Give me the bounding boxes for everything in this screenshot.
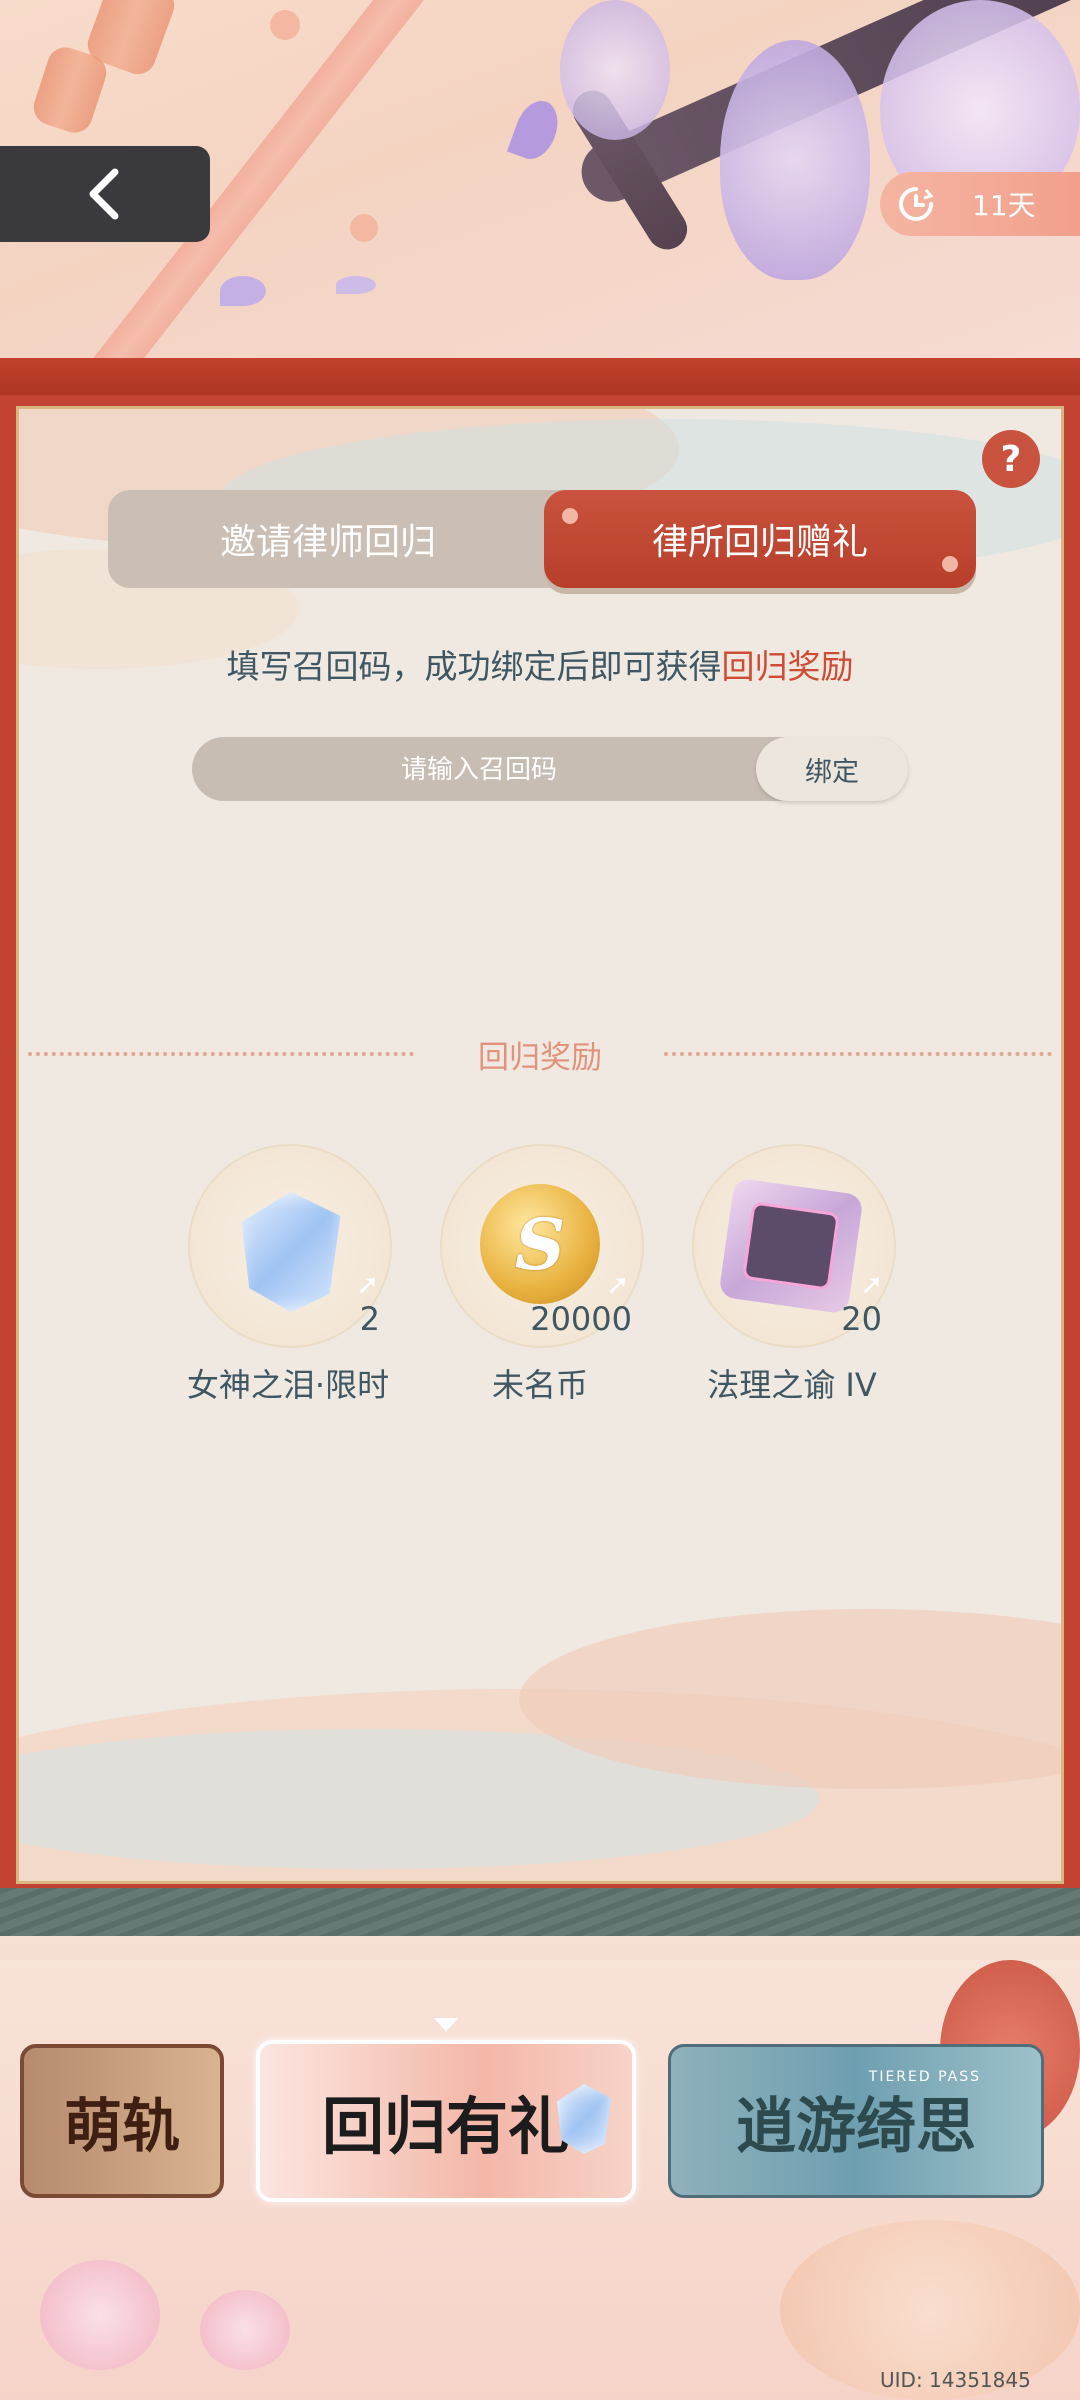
banner-title: 萌轨 [63,2092,180,2160]
flower-icon [562,508,578,524]
tab-invite-lawyer-return[interactable]: 邀请律师回归 [108,490,548,588]
arrow-mark-icon: ➚ [606,1268,630,1301]
description-highlight: 回归奖励 [721,647,854,686]
gem-icon [236,1192,346,1312]
flower-icon [942,556,958,572]
banner-item-3[interactable]: TIERED PASS 逍游绮思 [668,2044,1044,2198]
tab-label: 律所回归赠礼 [651,522,868,563]
petal-decoration [350,214,378,242]
reward-qty: 2 [359,1300,380,1338]
reward-qty: 20 [841,1300,882,1338]
bind-button[interactable]: 绑定 [756,737,908,801]
clock-refresh-icon [899,187,934,221]
wisteria-decoration [560,0,670,140]
arrow-mark-icon: ➚ [356,1268,380,1301]
back-button[interactable] [0,146,210,242]
panel-frame-bottom [0,1888,1080,1936]
banner-item-1[interactable]: 萌轨 [20,2044,224,2198]
flower-decoration [40,2260,160,2370]
flower-decoration [200,2290,290,2370]
gem-icon [554,2084,614,2154]
petal-decoration [270,10,300,40]
petal-decoration [336,276,376,294]
chevron-left-icon [89,168,119,220]
reward-qty: 20000 [530,1300,632,1338]
event-timer: 11天 [880,172,1080,236]
banner-item-2[interactable]: 回归有礼 [256,2040,636,2202]
section-title: 回归奖励 [478,1040,602,1076]
banner-title: 回归有礼 [321,2090,570,2163]
timer-text: 11天 [972,189,1036,222]
tab-firm-return-gift[interactable]: 律所回归赠礼 [544,490,976,588]
bind-description: 填写召回码，成功绑定后即可获得回归奖励 [0,640,1080,688]
petal-decoration [220,276,266,306]
petal-decoration [506,94,566,166]
coin-icon: S [480,1184,600,1304]
description-text: 填写召回码，成功绑定后即可获得 [226,647,722,686]
arrow-mark-icon: ➚ [860,1268,884,1301]
chip-card-icon [718,1177,864,1315]
reward-name: 法理之谕 IV [707,1366,877,1404]
uid-label: UID: 14351845 [880,2368,1031,2392]
banner-title: 逍游绮思 [736,2091,976,2162]
carousel-indicator-icon [434,2018,458,2032]
recall-code-input[interactable] [192,737,766,803]
help-button[interactable]: ? [982,430,1040,488]
wisteria-decoration [720,40,870,280]
banner-subtitle: TIERED PASS [868,2069,981,2085]
